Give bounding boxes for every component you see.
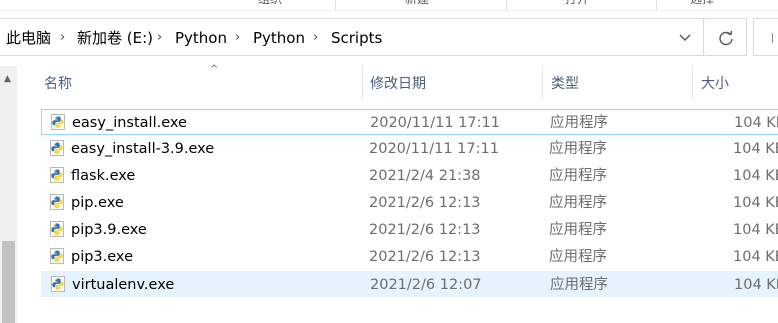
breadcrumb-python-sub[interactable]: Python [253,28,305,48]
search-input[interactable] [753,18,778,56]
file-name: pip.exe [71,195,124,211]
ribbon-separator [656,0,657,10]
file-type: 应用程序 [550,115,608,131]
chevron-right-icon[interactable]: › [157,28,162,48]
chevron-right-icon[interactable]: › [235,28,240,48]
file-name: virtualenv.exe [72,277,175,293]
file-name: flask.exe [71,168,136,184]
python-exe-icon [51,114,65,130]
file-name: pip3.9.exe [71,222,147,238]
breadcrumb-scripts[interactable]: Scripts [331,28,382,48]
file-row[interactable]: pip.exe 2021/2/6 12:13 应用程序 104 KB [41,190,778,216]
breadcrumb-this-pc[interactable]: 此电脑 [6,28,51,48]
column-date[interactable]: 修改日期 [370,75,426,93]
scroll-up-icon[interactable]: ▲ [4,74,11,84]
file-type: 应用程序 [549,249,607,265]
breadcrumb-python[interactable]: Python [175,28,227,48]
python-exe-icon [51,276,65,292]
chevron-down-icon[interactable] [675,27,695,47]
address-bar[interactable]: 此电脑 › 新加卷 (E:) › Python › Python › Scrip… [0,18,704,56]
file-date: 2021/2/4 21:38 [369,168,481,184]
file-date: 2021/2/6 12:07 [370,277,482,293]
file-date: 2020/11/11 17:11 [369,141,499,157]
file-size: 104 KB [733,222,778,238]
file-size: 104 KB [733,168,778,184]
file-row[interactable]: easy_install-3.9.exe 2020/11/11 17:11 应用… [41,136,778,162]
scrollbar-thumb[interactable] [2,241,15,323]
file-row[interactable]: pip3.9.exe 2021/2/6 12:13 应用程序 104 KB [41,217,778,243]
file-type: 应用程序 [549,168,607,184]
ribbon-group-open[interactable]: 打开 [565,0,589,6]
column-header: ^ 名称 修改日期 类型 大小 [17,64,778,100]
ribbon-separator [506,0,507,10]
caret [772,33,773,43]
ribbon-separator [335,0,336,10]
column-divider[interactable] [362,66,363,100]
column-name[interactable]: 名称 [44,75,72,93]
python-exe-icon [50,194,64,210]
file-name: easy_install-3.9.exe [71,141,215,157]
python-exe-icon [50,248,64,264]
refresh-icon [719,30,733,46]
file-type: 应用程序 [550,277,608,293]
column-divider[interactable] [692,66,693,100]
breadcrumb-volume-e[interactable]: 新加卷 (E:) [77,28,153,48]
file-row[interactable]: flask.exe 2021/2/4 21:38 应用程序 104 KB [41,163,778,189]
file-size: 104 KB [733,249,778,265]
python-exe-icon [50,167,64,183]
file-name: easy_install.exe [72,115,187,131]
file-size: 104 KB [734,115,778,131]
refresh-button[interactable] [705,18,747,56]
column-size[interactable]: 大小 [701,75,729,93]
column-type[interactable]: 类型 [551,75,579,93]
file-date: 2020/11/11 17:11 [370,115,500,131]
file-size: 104 KB [733,141,778,157]
file-row[interactable]: easy_install.exe 2020/11/11 17:11 应用程序 1… [41,109,778,135]
file-row[interactable]: virtualenv.exe 2021/2/6 12:07 应用程序 104 K… [41,271,778,297]
file-date: 2021/2/6 12:13 [369,249,481,265]
file-size: 104 KB [733,195,778,211]
file-type: 应用程序 [549,195,607,211]
file-name: pip3.exe [71,249,133,265]
ribbon-group-organize[interactable]: 组织 [258,0,282,6]
column-divider[interactable] [542,66,543,100]
file-date: 2021/2/6 12:13 [369,195,481,211]
ribbon: 组织 新建 打开 选择 [0,0,778,11]
python-exe-icon [50,140,64,156]
file-date: 2021/2/6 12:13 [369,222,481,238]
ribbon-group-select[interactable]: 选择 [690,0,714,6]
nav-pane-scrollbar[interactable]: ▲ [0,66,17,323]
python-exe-icon [50,221,64,237]
file-size: 104 KB [734,277,778,293]
sort-up-icon: ^ [210,64,219,75]
chevron-right-icon[interactable]: › [313,28,318,48]
ribbon-group-new[interactable]: 新建 [405,0,429,6]
file-row[interactable]: pip3.exe 2021/2/6 12:13 应用程序 104 KB [41,244,778,270]
chevron-right-icon[interactable]: › [60,28,65,48]
file-type: 应用程序 [549,222,607,238]
file-type: 应用程序 [549,141,607,157]
